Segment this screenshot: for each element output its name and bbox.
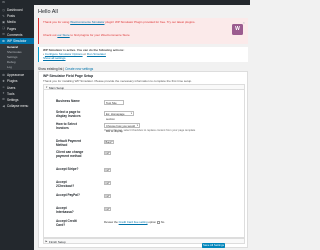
chevron-down-icon: ▾ (108, 152, 110, 154)
users-icon: ☺ (2, 85, 6, 90)
media-icon: ▣ (2, 19, 5, 24)
chevron-down-icon: ▾ (108, 195, 110, 197)
default-payment-select[interactable]: Bank ▾ (104, 140, 114, 144)
appearance-icon: ✿ (2, 72, 5, 77)
chevron-down-icon: ▾ (108, 208, 110, 210)
sidebar-submenu: General Shortcodes Settings Debug Log (0, 44, 34, 71)
chevron-down-icon: ▾ (130, 112, 132, 115)
credit-card-checkbox[interactable] (156, 220, 160, 224)
client-change-payment-select[interactable]: No ▾ (104, 151, 111, 155)
accept-stripe-select[interactable]: No ▾ (104, 168, 111, 172)
plugins-icon: ✚ (2, 78, 5, 83)
pages-display-select[interactable]: Ex: Homepage section ▾ (104, 111, 134, 121)
page-title: Hello All (38, 9, 58, 15)
chevron-down-icon: ▾ (108, 182, 110, 184)
main-content: Hello All Thank you for using WooCommerc… (34, 5, 250, 250)
accept-interkassa-select[interactable]: No ▾ (104, 207, 111, 211)
admin-sidebar: ◷ Dashboard ✎ Posts ▣ Media ❏ Pages ✉ Comment… (0, 5, 34, 250)
chevron-down-icon: ▾ (108, 169, 110, 171)
posts-icon: ✎ (2, 13, 5, 18)
dashboard-icon: ◷ (2, 7, 5, 12)
run-simulator-link[interactable]: Run Simulator (87, 52, 106, 56)
card-description: Thank you for installing WP Simulator. P… (43, 79, 193, 83)
show-all-settings-link[interactable]: Show all settings (43, 56, 66, 60)
comments-icon: ✉ (2, 32, 5, 37)
woocommerce-notice: Thank you for using WooCommerce Simulato… (38, 18, 248, 44)
sidebar-item-wp-simulator[interactable]: ⚙ WP Simulator (0, 37, 34, 45)
triangle-down-icon: ▼ (45, 86, 48, 90)
setup-card: WP Simulator Field Page Setup Thank you … (38, 71, 248, 248)
how-to-select-select[interactable]: Choose how you would like to display ▾ (104, 123, 140, 133)
settings-icon: ⚙ (2, 97, 5, 102)
gear-icon: ⚙ (2, 38, 5, 43)
dismiss-icon[interactable]: × (243, 20, 245, 25)
woocommerce-simulator-link[interactable]: WooCommerce Simulator (70, 20, 104, 24)
chevron-down-icon: ▾ (136, 124, 138, 127)
tools-icon: ✦ (2, 91, 5, 96)
save-all-settings-button[interactable]: Save All Settings (202, 243, 225, 248)
credit-card-fee-link[interactable]: Credit Card Fee setting (119, 220, 148, 224)
card-title: WP Simulator Field Page Setup (43, 74, 94, 78)
chevron-down-icon: ▾ (111, 141, 113, 143)
accept-2checkout-select[interactable]: No ▾ (104, 181, 111, 185)
info-notice: WP Simulator is active. You can do the f… (38, 47, 248, 62)
woocommerce-logo-icon: W (232, 24, 243, 35)
submenu-item-log[interactable]: Log (0, 65, 34, 70)
business-name-input[interactable]: Test Site (104, 100, 124, 105)
our-store-link[interactable]: our Store (57, 33, 69, 37)
pages-icon: ❏ (2, 26, 5, 31)
accept-paypal-select[interactable]: No ▾ (104, 194, 111, 198)
setup-form: Business Name Test Site Select a page to… (43, 90, 245, 238)
sidebar-item-collapse-menu[interactable]: ◀ Collapse menu (0, 103, 34, 109)
triangle-right-icon: ▶ (45, 240, 48, 244)
collapse-icon: ◀ (2, 103, 5, 108)
